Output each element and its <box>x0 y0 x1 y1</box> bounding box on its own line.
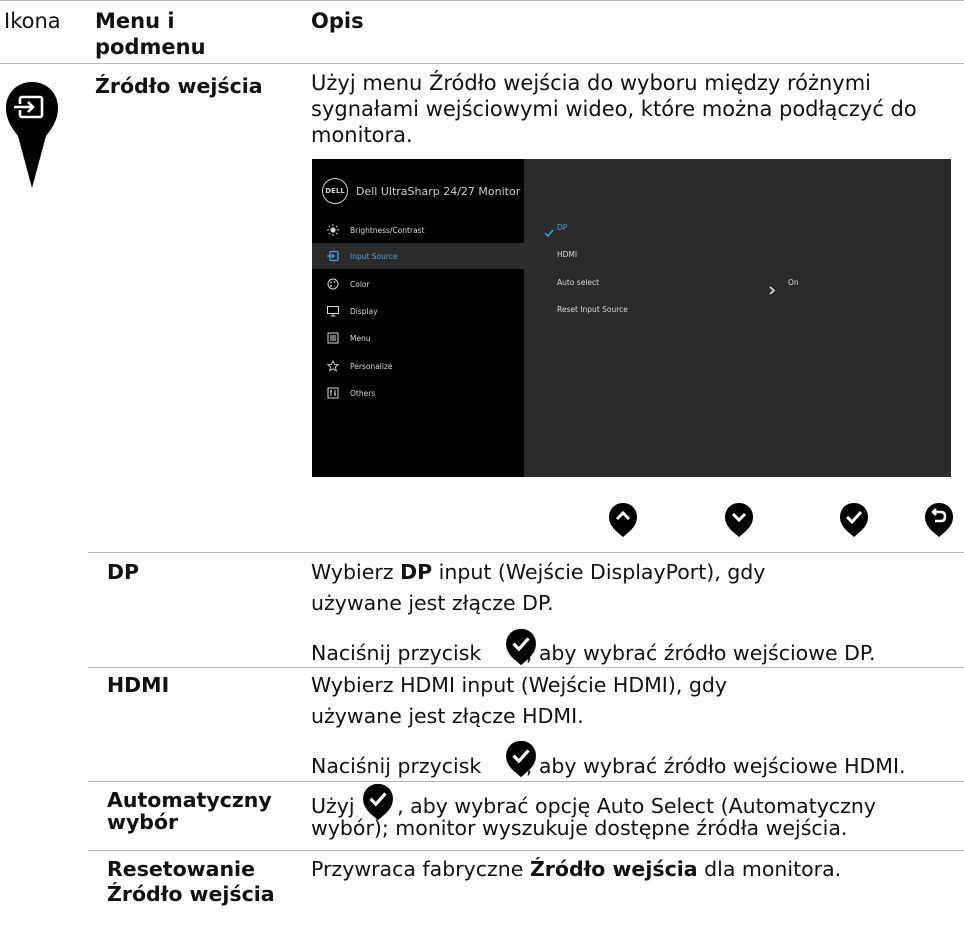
up-button-icon <box>609 503 637 537</box>
input-source-pin-icon <box>4 80 60 190</box>
osd-item-label: Menu <box>350 333 371 343</box>
row-rule-auto <box>88 781 964 782</box>
menu-icon <box>326 331 340 345</box>
osd-sub-reset[interactable]: Reset Input Source <box>557 305 628 314</box>
back-button-icon <box>925 503 953 537</box>
osd-sub-dp[interactable]: DP <box>557 223 567 232</box>
input-source-icon <box>326 249 340 263</box>
text: dla monitora. <box>697 857 842 881</box>
color-icon <box>326 277 340 291</box>
osd-item-label: Display <box>350 306 378 316</box>
row-rule-dp <box>88 552 964 553</box>
osd-sub-hdmi[interactable]: HDMI <box>557 250 577 259</box>
row-name-dp: DP <box>107 560 140 584</box>
others-icon <box>326 386 340 400</box>
osd-title-text: Dell UltraSharp 24/27 Monitor <box>356 184 521 198</box>
top-rule <box>0 0 964 1</box>
text: Przywraca fabryczne <box>311 857 530 881</box>
text: , aby wybrać opcję Auto Select (Automaty… <box>397 794 877 818</box>
text-bold: DP <box>400 560 433 584</box>
chevron-right-icon <box>768 280 776 295</box>
row-desc-hdmi-line2: używane jest złącze HDMI. <box>311 704 584 728</box>
header-rule <box>0 63 964 64</box>
osd-item-others[interactable]: Others <box>312 380 524 406</box>
check-button-icon <box>506 628 536 666</box>
osd-main-menu: DELL Dell UltraSharp 24/27 Monitor Brigh… <box>312 159 524 477</box>
text-bold: Źródło wejścia <box>529 857 698 881</box>
star-icon <box>326 359 340 373</box>
osd-sub-auto-select[interactable]: Auto select <box>557 278 599 287</box>
check-button-icon <box>840 503 868 537</box>
osd-item-color[interactable]: Color <box>312 271 524 297</box>
osd-screenshot: DELL Dell UltraSharp 24/27 Monitor Brigh… <box>312 159 951 477</box>
osd-item-label: Input Source <box>350 251 398 261</box>
row-desc-dp-line2: używane jest złącze DP. <box>311 591 554 615</box>
osd-item-display[interactable]: Display <box>312 298 524 324</box>
text: , aby wybrać źródło wejściowe DP. <box>525 641 876 665</box>
osd-item-brightness[interactable]: Brightness/Contrast <box>312 217 524 243</box>
row-name-reset-2: Źródło wejścia <box>107 882 275 906</box>
osd-title: DELL Dell UltraSharp 24/27 Monitor <box>322 177 520 205</box>
check-icon <box>544 223 554 238</box>
text: Wybierz <box>311 560 401 584</box>
check-button-icon <box>363 783 393 821</box>
text: Naciśnij przycisk <box>311 641 488 665</box>
row-name-auto-2: wybór <box>107 810 179 834</box>
text: input (Wejście DisplayPort), gdy <box>432 560 766 584</box>
row-name-reset-1: Resetowanie <box>107 857 255 881</box>
row-desc-hdmi-line3: Naciśnij przycisk , aby wybrać źródło we… <box>311 754 906 779</box>
row-rule-reset <box>88 850 964 851</box>
osd-item-menu[interactable]: Menu <box>312 325 524 351</box>
row-desc-dp-line3: Naciśnij przycisk , aby wybrać źródło we… <box>311 641 876 666</box>
text: Naciśnij przycisk <box>311 754 488 778</box>
row-name-hdmi: HDMI <box>107 673 170 697</box>
osd-item-label: Personalize <box>350 361 393 371</box>
brightness-icon <box>326 223 340 237</box>
section-title: Źródło wejścia <box>95 74 263 98</box>
column-header-menu: Menu i podmenu <box>95 9 206 59</box>
osd-item-label: Brightness/Contrast <box>350 225 425 235</box>
osd-item-label: Color <box>350 279 370 289</box>
row-desc-dp-line1: Wybierz DP input (Wejście DisplayPort), … <box>311 560 765 585</box>
section-description: Użyj menu Źródło wejścia do wyboru międz… <box>311 71 917 147</box>
osd-sub-auto-value: On <box>788 278 799 287</box>
osd-item-personalize[interactable]: Personalize <box>312 353 524 379</box>
column-header-description: Opis <box>311 9 364 33</box>
text: Użyj <box>311 794 362 818</box>
row-desc-hdmi-line1: Wybierz HDMI input (Wejście HDMI), gdy <box>311 673 728 697</box>
osd-item-label: Others <box>350 388 376 398</box>
text: , aby wybrać źródło wejściowe HDMI. <box>525 754 906 778</box>
dell-logo: DELL <box>322 178 348 204</box>
column-header-icon: Ikona <box>4 9 61 33</box>
row-rule-hdmi <box>88 667 964 668</box>
osd-item-input-source[interactable]: Input Source <box>312 243 524 269</box>
row-desc-reset: Przywraca fabryczne Źródło wejścia dla m… <box>311 857 841 882</box>
check-button-icon <box>506 740 536 778</box>
display-icon <box>326 304 340 318</box>
down-button-icon <box>725 503 753 537</box>
